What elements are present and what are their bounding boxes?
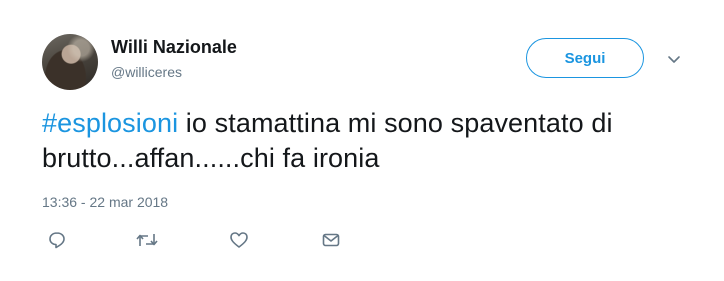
retweet-icon[interactable] [135,230,158,250]
chevron-down-icon[interactable] [667,52,681,63]
display-name[interactable]: Willi Nazionale [111,37,237,58]
direct-message-icon[interactable] [321,230,343,250]
user-handle[interactable]: @williceres [111,64,182,80]
tweet-timestamp[interactable]: 13:36 - 22 mar 2018 [42,194,168,210]
reply-icon[interactable] [47,230,69,250]
hashtag-link[interactable]: #esplosioni [42,108,178,138]
like-icon[interactable] [229,230,251,250]
follow-button[interactable]: Segui [526,38,644,78]
avatar[interactable] [42,34,98,90]
tweet-card: Willi Nazionale @williceres Segui #esplo… [0,0,724,281]
tweet-text: #esplosioni io stamattina mi sono spaven… [42,106,702,176]
